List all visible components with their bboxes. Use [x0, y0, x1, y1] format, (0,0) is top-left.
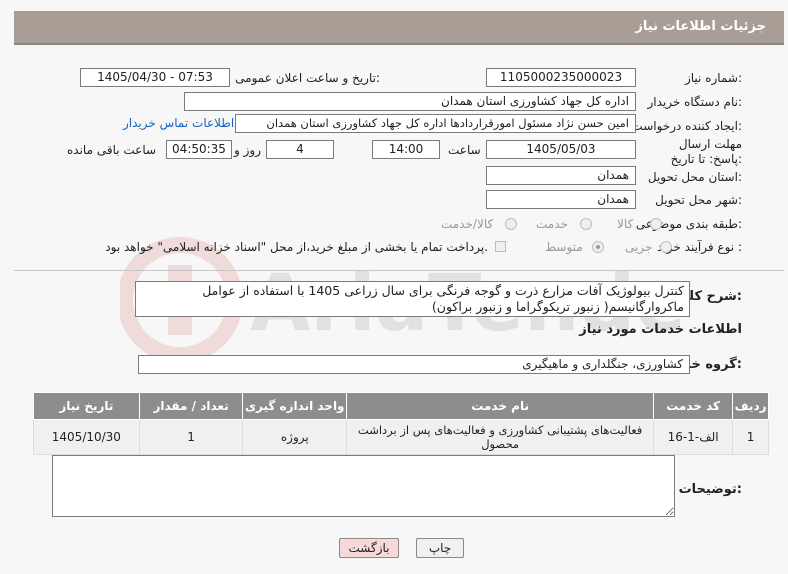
city-field: همدان	[486, 190, 636, 209]
service-group-field: کشاورزی، جنگلداری و ماهیگیری	[138, 355, 690, 374]
col-unit: واحد اندازه گیری	[242, 392, 348, 420]
deadline-time-field: 14:00	[372, 140, 440, 159]
category-option-goods: کالا	[617, 217, 634, 231]
category-radio-service[interactable]	[580, 218, 592, 230]
deadline-label: مهلت ارسال پاسخ: تا تاریخ:	[670, 137, 742, 166]
table-header-row: تاریخ نیاز تعداد / مقدار واحد اندازه گیر…	[33, 392, 769, 420]
creator-label: ایجاد کننده درخواست:	[631, 119, 742, 133]
category-radio-goods-service[interactable]	[505, 218, 517, 230]
buyer-org-label: نام دستگاه خریدار:	[647, 95, 743, 109]
buyer-contact-link[interactable]: اطلاعات تماس خریدار	[123, 116, 234, 130]
category-radio-goods[interactable]	[650, 218, 662, 230]
col-service-code: کد خدمت	[653, 392, 734, 420]
table-row: 1405/10/30 1 پروژه فعالیت‌های پشتیبانی ک…	[33, 419, 769, 455]
cell-unit: پروژه	[242, 419, 348, 455]
process-option-medium: متوسط	[545, 240, 583, 254]
cell-row-number: 1	[732, 419, 769, 455]
payment-note: پرداخت تمام یا بخشی از مبلغ خرید،از محل …	[105, 240, 488, 254]
deadline-date-field: 1405/05/03	[486, 140, 636, 159]
services-table: تاریخ نیاز تعداد / مقدار واحد اندازه گیر…	[33, 392, 769, 455]
summary-text: کنترل بیولوژیک آفات مزارع ذرت و گوجه فرن…	[135, 281, 690, 317]
buyer-org-field: اداره کل جهاد کشاورزی استان همدان	[184, 92, 636, 111]
process-radio-minor[interactable]	[660, 241, 672, 253]
category-option-service: خدمت	[536, 217, 568, 231]
province-label: استان محل تحویل:	[647, 170, 742, 184]
days-label: روز و	[234, 143, 261, 157]
process-radio-medium[interactable]	[592, 241, 604, 253]
province-field: همدان	[486, 166, 636, 185]
col-row: ردیف	[732, 392, 769, 420]
process-option-minor: جزیی	[625, 240, 653, 254]
cell-service-code: الف-1-16	[653, 419, 734, 455]
deadline-time-label: ساعت	[448, 143, 481, 157]
back-button[interactable]: بازگشت	[339, 538, 399, 558]
treasury-checkbox[interactable]	[495, 241, 506, 252]
page-header: جزئیات اطلاعات نیاز	[14, 11, 784, 45]
announce-label: تاریخ و ساعت اعلان عمومی:	[235, 71, 380, 85]
cell-need-date: 1405/10/30	[33, 419, 140, 455]
col-service-name: نام خدمت	[346, 392, 655, 420]
city-label: شهر محل تحویل:	[655, 193, 742, 207]
remaining-label: ساعت باقی مانده	[67, 143, 157, 157]
category-option-goods-service: کالا/خدمت	[441, 217, 494, 231]
cell-quantity: 1	[138, 419, 244, 455]
buyer-notes-textarea[interactable]	[52, 455, 675, 517]
need-number-label: شماره نیاز:	[684, 71, 742, 85]
print-button[interactable]: چاپ	[416, 538, 464, 558]
page-title: جزئیات اطلاعات نیاز	[635, 19, 766, 34]
section-divider	[14, 270, 784, 271]
col-need-date: تاریخ نیاز	[33, 392, 140, 420]
days-field: 4	[266, 140, 334, 159]
announce-field: 1405/04/30 - 07:53	[80, 68, 230, 87]
remaining-time-field: 04:50:35	[166, 140, 232, 159]
col-quantity: تعداد / مقدار	[138, 392, 244, 420]
services-section-title: اطلاعات خدمات مورد نیاز	[579, 322, 742, 337]
creator-field: امین حسن نژاد مسئول امورقراردادها اداره …	[235, 114, 636, 133]
need-number-field: 1105000235000023	[486, 68, 636, 87]
cell-service-name: فعالیت‌های پشتیبانی کشاورزی و فعالیت‌های…	[346, 419, 655, 455]
